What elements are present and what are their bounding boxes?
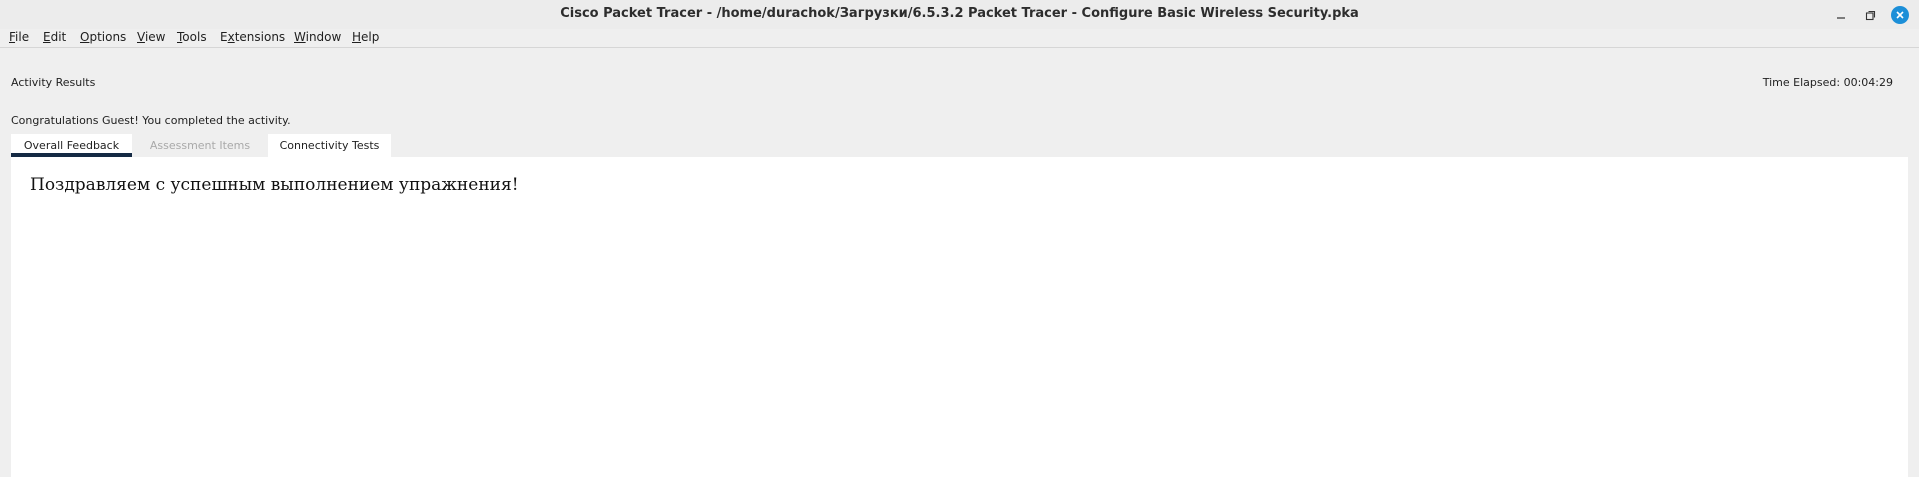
results-tabs: Overall Feedback Assessment Items Connec… [11, 134, 391, 157]
menu-view[interactable]: View [137, 30, 165, 44]
menu-options[interactable]: Options [80, 30, 126, 44]
menu-bar: File Edit Options View Tools Extensions … [0, 29, 1919, 48]
tab-overall-feedback[interactable]: Overall Feedback [11, 134, 132, 157]
tab-connectivity-tests[interactable]: Connectivity Tests [268, 134, 391, 157]
maximize-icon [1865, 6, 1876, 25]
menu-help[interactable]: Help [352, 30, 379, 44]
time-elapsed: Time Elapsed: 00:04:29 [1763, 76, 1893, 89]
time-elapsed-value: 00:04:29 [1843, 76, 1893, 89]
minimize-button[interactable] [1830, 4, 1852, 26]
menu-edit[interactable]: Edit [43, 30, 66, 44]
title-bar: Cisco Packet Tracer - /home/durachok/Заг… [0, 0, 1919, 29]
menu-window[interactable]: Window [294, 30, 341, 44]
menu-extensions[interactable]: Extensions [220, 30, 285, 44]
menu-tools[interactable]: Tools [177, 30, 207, 44]
feedback-message: Поздравляем с успешным выполнением упраж… [30, 175, 519, 195]
window-title: Cisco Packet Tracer - /home/durachok/Заг… [560, 6, 1359, 21]
feedback-panel: Поздравляем с успешным выполнением упраж… [11, 157, 1908, 477]
maximize-button[interactable] [1859, 4, 1881, 26]
close-button[interactable] [1889, 4, 1911, 26]
completion-message: Congratulations Guest! You completed the… [11, 114, 291, 127]
close-icon [1891, 6, 1909, 24]
menu-file[interactable]: File [9, 30, 29, 44]
minimize-icon [1836, 6, 1846, 25]
activity-results-heading: Activity Results [11, 76, 96, 89]
tab-assessment-items: Assessment Items [149, 139, 251, 152]
time-elapsed-label: Time Elapsed: [1762, 76, 1844, 89]
